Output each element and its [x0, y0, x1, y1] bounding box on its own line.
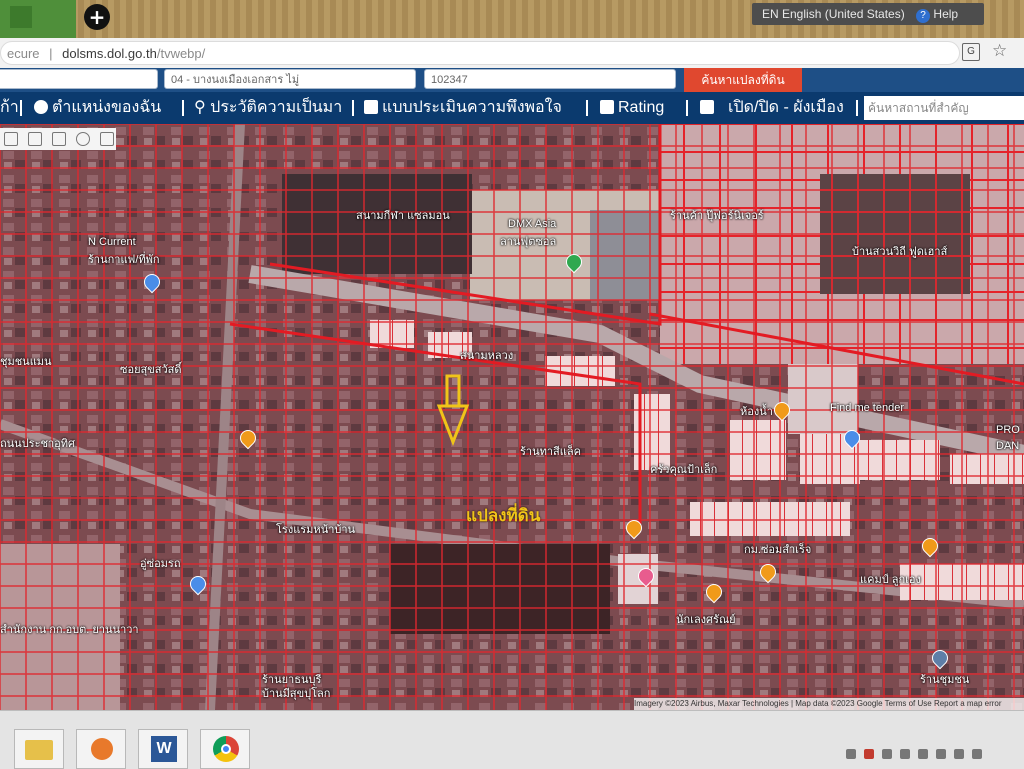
globe-icon [34, 100, 48, 114]
nav-item-history[interactable]: ⚲ ประวัติความเป็นมา [194, 92, 342, 124]
map-toolbar [0, 128, 116, 150]
tray-arrow-icon[interactable] [846, 749, 856, 759]
hand-icon[interactable] [100, 132, 114, 146]
nav-item-zoning[interactable]: เปิด/ปิด - ผังเมือง [728, 92, 844, 124]
poi-label[interactable]: ชุมชนแมน [0, 352, 52, 370]
nav-divider [352, 100, 354, 116]
help-icon[interactable]: ? [916, 9, 931, 23]
parcel-label: แปลงที่ดิน [466, 506, 541, 525]
url-separator: | [49, 46, 53, 61]
taskbar: W [0, 710, 1024, 769]
flag-icon[interactable] [900, 749, 910, 759]
game-tile-decoration [0, 0, 76, 38]
translate-icon[interactable]: G [962, 43, 980, 61]
province-select[interactable] [0, 69, 158, 89]
district-select[interactable]: 04 - บางนงเมืองเอกสาร ไมู่ [164, 69, 416, 89]
pin-tool-icon[interactable] [4, 132, 18, 146]
address-bar[interactable]: ecure | dolsms.dol.go.th/tvwebp/ [0, 41, 960, 65]
chrome-icon [213, 736, 239, 762]
nav-item-my-location-label: ตำแหน่งของฉัน [52, 99, 162, 116]
file-explorer-icon [25, 740, 53, 760]
poi-label[interactable]: ลานฟุตซอล [500, 232, 556, 250]
poi-label[interactable]: ร้านชุมชน [920, 670, 969, 688]
poi-label[interactable]: ร้านทาสีแล็ค [520, 442, 581, 460]
url-host: dolsms.dol.go.th [62, 46, 157, 61]
network-icon[interactable] [882, 749, 892, 759]
nav-item-my-location[interactable]: ตำแหน่งของฉัน [34, 92, 161, 124]
poi-label[interactable]: ร้านค้า ปุ๊ฟอร์นิเจอร์ [670, 206, 764, 224]
language-label[interactable]: EN English (United States) [762, 7, 905, 21]
bookmark-star-icon[interactable]: ☆ [992, 41, 1007, 61]
survey-icon [364, 100, 378, 114]
add-button[interactable]: + [84, 4, 110, 30]
search-parcel-button[interactable]: ค้นหาแปลงที่ดิน [684, 68, 802, 92]
poi-label[interactable]: สำนักงาน กก.อบต. ยานนาวา [0, 620, 139, 638]
poi-label[interactable]: N Current [88, 236, 136, 248]
poi-label[interactable]: ร้านกาแฟ/ที่พัก [88, 250, 160, 268]
chrome-button[interactable] [200, 729, 250, 769]
poi-label[interactable]: ห้องน้ำ [740, 402, 773, 420]
square-icon[interactable] [52, 132, 66, 146]
help-label[interactable]: Help [933, 7, 958, 21]
settings-icon[interactable] [76, 132, 90, 146]
nav-item-rating[interactable]: Rating [600, 92, 664, 124]
poi-label[interactable]: กม.ซ่อมสำเร็จ [744, 540, 811, 558]
media-player-icon [91, 738, 113, 760]
nav-divider [586, 100, 588, 116]
word-button[interactable]: W [138, 729, 188, 769]
nav-divider [20, 100, 22, 116]
nav-item-survey-label: แบบประเมินความพึงพอใจ [382, 99, 562, 116]
keyboard-icon[interactable] [972, 749, 982, 759]
nav-divider [182, 100, 184, 116]
nav-item-history-label: ประวัติความเป็นมา [210, 99, 343, 116]
place-search-input[interactable]: ค้นหาสถานที่สำคัญ [864, 96, 1024, 120]
parcel-search-form: 04 - บางนงเมืองเอกสาร ไมู่ 102347 ค้นหาแ… [0, 68, 1024, 92]
poi-label[interactable]: บ้านมีสุขปุโลก [262, 684, 330, 702]
map-canvas[interactable] [0, 124, 1024, 710]
poi-label[interactable]: โรงแรมหน้าบ้าน [276, 520, 355, 538]
url-path: /tvwebp/ [156, 46, 206, 61]
nav-divider [856, 100, 858, 116]
road-label: ซอยสุขสวัสดิ์ [120, 364, 182, 376]
chart-icon [600, 100, 614, 114]
poi-label[interactable]: DAN [996, 440, 1019, 452]
satellite-map[interactable]: N Current ร้านกาแฟ/ที่พัก DMX Asia ลานฟุ… [0, 124, 1024, 710]
parcel-number-input[interactable]: 102347 [424, 69, 676, 89]
poi-label[interactable]: สนามหลวง [460, 346, 513, 364]
poi-label[interactable]: นักเลงศรัณย์ [676, 610, 736, 628]
poi-label[interactable]: อู่ซ่อมรถ [140, 554, 181, 572]
poi-label[interactable]: PRO [996, 424, 1020, 436]
nav-divider [686, 100, 688, 116]
map-attribution[interactable]: Imagery ©2023 Airbus, Maxar Technologies… [634, 698, 1024, 710]
checkbox-icon [700, 100, 714, 114]
main-nav: ก้า ตำแหน่งของฉัน ⚲ ประวัติความเป็นมา แบ… [0, 92, 1024, 124]
antivirus-icon[interactable] [864, 749, 874, 759]
browser-toolbar: ecure | dolsms.dol.go.th/tvwebp/ [0, 38, 1024, 69]
file-explorer-button[interactable] [14, 729, 64, 769]
nav-item-rating-label: Rating [618, 99, 665, 116]
language-bar[interactable]: EN English (United States) ? Help [752, 3, 984, 25]
nav-item-survey[interactable]: แบบประเมินความพึงพอใจ [364, 92, 562, 124]
poi-label[interactable]: บ้านสวนวิถี ฟูดเฮาส์ [852, 242, 947, 260]
security-label: ecure [7, 46, 40, 61]
system-tray [846, 747, 1024, 761]
nav-item-checkbox[interactable] [700, 92, 718, 124]
speaker-icon[interactable] [918, 749, 928, 759]
battery-icon[interactable] [936, 749, 946, 759]
road-label: ถนนประชาอุทิศ [0, 438, 75, 450]
poi-label[interactable]: ครัวคุณป้าเล็ก [650, 460, 717, 478]
word-icon: W [151, 736, 177, 762]
pen-icon[interactable] [954, 749, 964, 759]
poi-label[interactable]: Find me tender [830, 402, 904, 414]
measure-icon[interactable] [28, 132, 42, 146]
poi-label[interactable]: สนามกีฬา แซลมอน [356, 206, 450, 224]
poi-label[interactable]: DMX Asia [508, 218, 556, 230]
nav-item-home[interactable]: ก้า [0, 92, 19, 124]
poi-label[interactable]: แคมป์ ลูกเอง [860, 570, 921, 588]
history-icon: ⚲ [194, 99, 211, 116]
media-player-button[interactable] [76, 729, 126, 769]
